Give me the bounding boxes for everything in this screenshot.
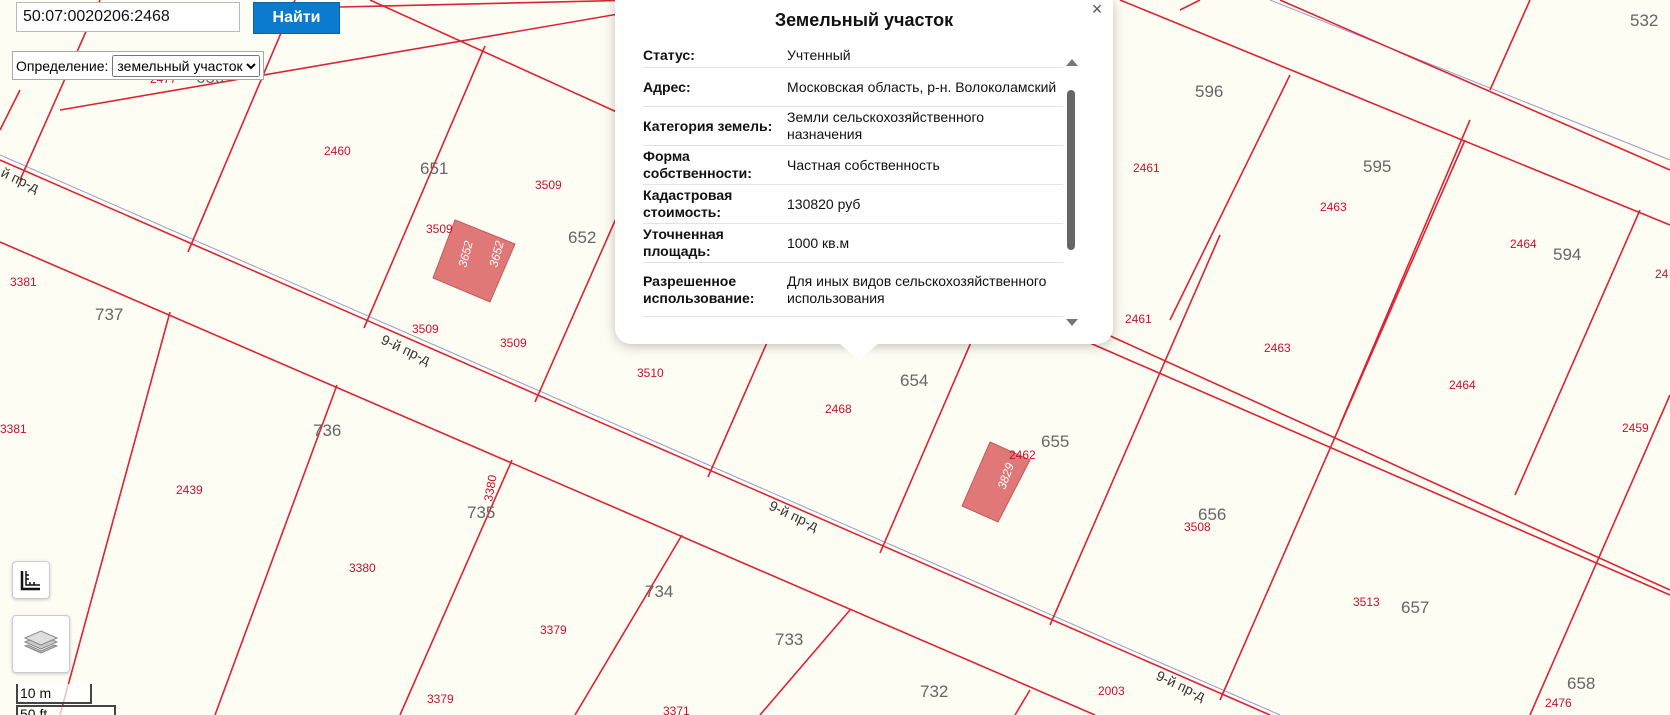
cadastral-number-input[interactable] — [16, 2, 240, 32]
ruler-button[interactable] — [12, 561, 50, 599]
attribute-value: Частная собственность — [787, 156, 940, 173]
attribute-row-category: Категория земель: Земли сельскохозяйстве… — [643, 107, 1063, 146]
block-label: 651 — [420, 159, 448, 178]
parcel-label: 2476 — [1545, 696, 1572, 710]
parcel-label: 2463 — [1264, 341, 1291, 355]
attribute-row-status: Статус: Учтенный — [643, 44, 1063, 68]
parcel-label: 2461 — [1125, 312, 1152, 326]
popup-title: Земельный участок — [774, 10, 954, 30]
parcel-label: 3509 — [535, 178, 562, 192]
block-label: 735 — [467, 503, 495, 522]
scale-bar: 10 m 50 ft — [16, 684, 116, 715]
popup-scrollbar[interactable] — [1064, 56, 1078, 326]
layers-icon — [23, 630, 59, 654]
block-label: 655 — [1041, 432, 1069, 451]
attribute-row-address: Адрес: Московская область, р-н. Волокола… — [643, 68, 1063, 107]
parcel-label: 3379 — [427, 692, 454, 706]
definition-label: Определение: — [16, 57, 109, 74]
attribute-value: Учтенный — [787, 47, 851, 63]
parcel-label: 2464 — [1510, 237, 1537, 251]
attribute-row-cadastral-value: Кадастровая стоимость: 130820 руб — [643, 185, 1063, 224]
close-icon[interactable]: × — [1088, 0, 1106, 18]
parcel-label: 3509 — [500, 336, 527, 350]
attribute-key: Адрес: — [643, 78, 691, 95]
parcel-label: 3381 — [10, 275, 37, 289]
attribute-key: Статус: — [643, 47, 695, 63]
layers-button[interactable] — [12, 615, 70, 673]
attribute-value: 1000 кв.м — [787, 234, 850, 251]
find-button[interactable]: Найти — [253, 2, 340, 34]
parcel-label: 2003 — [1098, 684, 1125, 698]
scale-imperial: 50 ft — [16, 705, 116, 715]
block-label: 652 — [568, 228, 596, 247]
attribute-row-ownership: Форма собственности: Частная собственнос… — [643, 146, 1063, 185]
block-label: 737 — [95, 305, 123, 324]
parcel-label: 3508 — [1184, 520, 1211, 534]
definition-select[interactable]: земельный участок — [112, 54, 261, 77]
block-label: 657 — [1401, 598, 1429, 617]
block-label: 654 — [900, 371, 928, 390]
scale-metric: 10 m — [16, 684, 92, 704]
parcel-label: 3509 — [412, 322, 439, 336]
attribute-key: Уточненная площадь: — [643, 226, 724, 259]
parcel-label: 2459 — [1622, 421, 1649, 435]
block-label: 532 — [1630, 11, 1658, 30]
attribute-key: Форма собственности: — [643, 148, 752, 181]
parcel-label: 2464 — [1449, 378, 1476, 392]
attribute-key: Разрешенное использование: — [643, 272, 755, 306]
scroll-down-icon[interactable] — [1066, 319, 1078, 326]
parcel-label: 3380 — [349, 561, 376, 575]
parcel-label: 24 — [1655, 267, 1669, 281]
attribute-row-area: Уточненная площадь: 1000 кв.м — [643, 224, 1063, 263]
attribute-key: Категория земель: — [643, 117, 773, 134]
block-label: 595 — [1363, 157, 1391, 176]
attribute-value: Земли сельскохозяйственного назначения — [787, 109, 985, 142]
parcel-label: 3509 — [426, 222, 453, 236]
parcel-label: 3371 — [663, 704, 690, 715]
parcel-label: 2460 — [324, 144, 351, 158]
parcel-label: 2461 — [1133, 161, 1160, 175]
block-label: 594 — [1553, 245, 1581, 264]
definition-control: Определение: земельный участок — [12, 51, 265, 80]
parcel-label: 3510 — [637, 366, 664, 380]
attribute-key: Кадастровая стоимость: — [643, 187, 733, 220]
parcel-label: 3381 — [0, 422, 27, 436]
attribute-value: 130820 руб — [787, 195, 861, 212]
search-bar: Найти — [0, 0, 342, 37]
attribute-value: Для иных видов сельскохозяйственного исп… — [787, 272, 1047, 306]
attribute-value: Московская область, р-н. Волоколамский — [787, 78, 1057, 95]
block-label: 733 — [775, 630, 803, 649]
parcel-info-popup: Земельный участок × Статус: Учтенный Адр… — [615, 0, 1113, 360]
parcel-label: 2462 — [1009, 448, 1036, 462]
attribute-row-permitted-use: Разрешенное использование: Для иных видо… — [643, 263, 1063, 317]
block-label: 736 — [313, 421, 341, 440]
block-label: 596 — [1195, 82, 1223, 101]
popup-attributes: Статус: Учтенный Адрес: Московская облас… — [643, 44, 1063, 317]
ruler-icon — [20, 571, 40, 591]
scroll-up-icon[interactable] — [1066, 59, 1078, 66]
block-label: 658 — [1567, 674, 1595, 693]
parcel-label: 3513 — [1353, 595, 1380, 609]
block-label: 732 — [920, 682, 948, 701]
parcel-label: 2439 — [176, 483, 203, 497]
block-label: 734 — [645, 582, 673, 601]
parcel-label: 2468 — [825, 402, 852, 416]
parcel-label: 3379 — [540, 623, 567, 637]
parcel-label: 2463 — [1320, 200, 1347, 214]
scrollbar-thumb[interactable] — [1067, 90, 1075, 250]
